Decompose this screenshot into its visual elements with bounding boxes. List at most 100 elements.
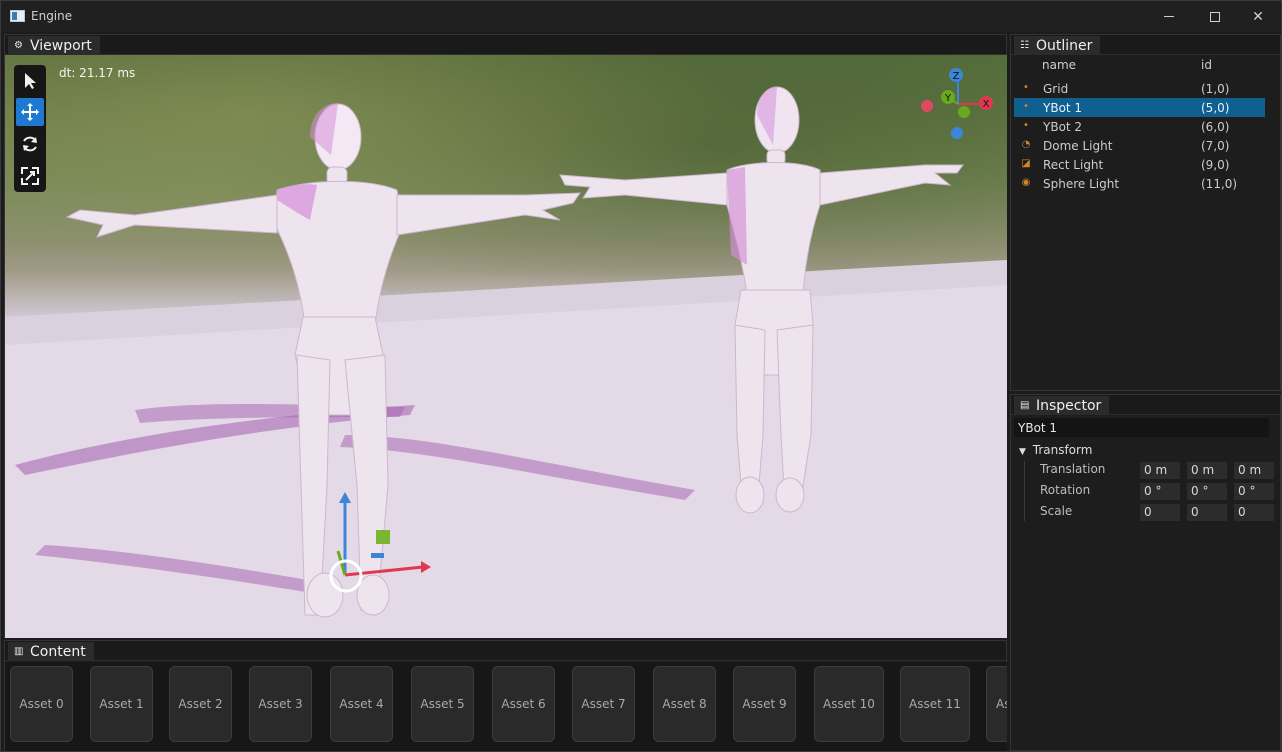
- scale-tool-button[interactable]: [16, 162, 44, 190]
- dot-icon: •: [1023, 101, 1029, 112]
- outliner-icon: ☷: [1020, 40, 1029, 51]
- frame-time-label: dt: 21.17 ms: [59, 66, 136, 80]
- axis-x-label: X: [983, 99, 990, 110]
- asset-tile[interactable]: Asset 3: [249, 666, 312, 742]
- outliner-row-name: YBot 1: [1043, 101, 1083, 115]
- rotation-x-field[interactable]: 0 °: [1140, 483, 1180, 500]
- asset-tile[interactable]: Asset 0: [10, 666, 73, 742]
- rotation-label: Rotation: [1040, 483, 1091, 497]
- scale-y-field[interactable]: 0: [1187, 504, 1227, 521]
- translation-y-field[interactable]: 0 m: [1187, 462, 1227, 479]
- select-tool-button[interactable]: [16, 67, 44, 95]
- inspector-icon: ▤: [1020, 400, 1030, 411]
- asset-tile[interactable]: Asset 12: [986, 666, 1007, 742]
- window-title: Engine: [31, 9, 73, 23]
- tab-viewport-label: Viewport: [30, 37, 92, 54]
- outliner-row-sphere-light[interactable]: ◉ Sphere Light (11,0): [1014, 174, 1265, 193]
- rotation-y-field[interactable]: 0 °: [1187, 483, 1227, 500]
- dome-light-icon: ◔: [1021, 139, 1031, 150]
- asset-tile[interactable]: Asset 7: [572, 666, 635, 742]
- outliner-row-ybot-2[interactable]: • YBot 2 (6,0): [1014, 117, 1265, 136]
- outliner-panel: ☷ Outliner name id • Grid (1,0) • YBot 1…: [1010, 34, 1281, 391]
- tab-outliner[interactable]: ☷ Outliner: [1014, 36, 1101, 55]
- outliner-row-name: Grid: [1043, 82, 1069, 96]
- outliner-row-dome-light[interactable]: ◔ Dome Light (7,0): [1014, 136, 1265, 155]
- dot-icon: •: [1023, 82, 1029, 93]
- tree-guide-line: [1024, 461, 1025, 521]
- outliner-row-id: (1,0): [1201, 82, 1230, 96]
- rotation-z-field[interactable]: 0 °: [1234, 483, 1274, 500]
- asset-grid[interactable]: Asset 0 Asset 1 Asset 2 Asset 3 Asset 4 …: [5, 662, 1007, 751]
- column-header-id[interactable]: id: [1201, 58, 1212, 72]
- axis-gizmo: X Z Y: [921, 68, 993, 139]
- outliner-row-name: Rect Light: [1043, 158, 1104, 172]
- inspector-panel: ▤ Inspector YBot 1 ▼ Transform Translati…: [1010, 394, 1281, 751]
- outliner-row-ybot-1[interactable]: • YBot 1 (5,0): [1014, 98, 1265, 117]
- tab-content-label: Content: [30, 643, 86, 660]
- asset-tile[interactable]: Asset 10: [814, 666, 884, 742]
- app-window-icon: [10, 10, 25, 22]
- column-header-name[interactable]: name: [1042, 58, 1076, 72]
- minimize-button[interactable]: [1146, 1, 1192, 32]
- transform-section-header[interactable]: ▼ Transform: [1019, 443, 1092, 457]
- rotate-icon: [23, 136, 37, 152]
- title-bar[interactable]: Engine ✕: [1, 1, 1281, 32]
- close-icon: ✕: [1252, 8, 1264, 25]
- outliner-row-id: (9,0): [1201, 158, 1230, 172]
- maximize-button[interactable]: [1192, 1, 1238, 32]
- tab-inspector[interactable]: ▤ Inspector: [1014, 396, 1110, 415]
- content-icon: ▥: [14, 646, 24, 657]
- close-button[interactable]: ✕: [1235, 1, 1281, 32]
- translation-x-field[interactable]: 0 m: [1140, 462, 1180, 479]
- scale-x-field[interactable]: 0: [1140, 504, 1180, 521]
- outliner-tabstrip: ☷ Outliner: [1011, 35, 1280, 55]
- scene-render: X Z Y: [5, 68, 1007, 638]
- content-tabstrip: ▥ Content: [5, 641, 1006, 661]
- object-name-field[interactable]: YBot 1: [1014, 418, 1269, 437]
- translation-z-field[interactable]: 0 m: [1234, 462, 1274, 479]
- rect-light-icon: ◪: [1021, 158, 1031, 169]
- outliner-row-id: (6,0): [1201, 120, 1230, 134]
- translation-label: Translation: [1040, 462, 1106, 476]
- outliner-row-grid[interactable]: • Grid (1,0): [1014, 79, 1265, 98]
- tab-outliner-label: Outliner: [1036, 37, 1093, 54]
- asset-tile[interactable]: Asset 2: [169, 666, 232, 742]
- asset-tile[interactable]: Asset 11: [900, 666, 970, 742]
- tab-inspector-label: Inspector: [1036, 397, 1102, 414]
- transform-toolbar: [14, 65, 46, 192]
- move-arrows-icon: [21, 103, 39, 121]
- dot-icon: •: [1023, 120, 1029, 131]
- inspector-tabstrip: ▤ Inspector: [1011, 395, 1280, 415]
- outliner-row-id: (7,0): [1201, 139, 1230, 153]
- outliner-row-id: (5,0): [1201, 101, 1230, 115]
- tab-viewport[interactable]: ⚙ Viewport: [8, 36, 100, 55]
- outliner-row-name: Sphere Light: [1043, 177, 1120, 191]
- maximize-icon: [1210, 11, 1220, 22]
- scale-z-field[interactable]: 0: [1234, 504, 1274, 521]
- scale-expand-icon: [21, 167, 39, 185]
- viewport-tabstrip: ⚙ Viewport: [5, 35, 1006, 55]
- axis-y-label: Y: [944, 93, 952, 104]
- outliner-row-rect-light[interactable]: ◪ Rect Light (9,0): [1014, 155, 1265, 174]
- cursor-arrow-icon: [25, 73, 36, 89]
- viewport-panel: ⚙ Viewport X Z Y dt: 21.17 ms: [4, 34, 1007, 638]
- asset-tile[interactable]: Asset 4: [330, 666, 393, 742]
- asset-tile[interactable]: Asset 5: [411, 666, 474, 742]
- content-panel: ▥ Content Asset 0 Asset 1 Asset 2 Asset …: [4, 640, 1007, 751]
- asset-tile[interactable]: Asset 1: [90, 666, 153, 742]
- asset-tile[interactable]: Asset 9: [733, 666, 796, 742]
- asset-tile[interactable]: Asset 6: [492, 666, 555, 742]
- rotate-tool-button[interactable]: [16, 130, 44, 158]
- minimize-icon: [1164, 16, 1174, 17]
- outliner-row-name: Dome Light: [1043, 139, 1113, 153]
- tab-content[interactable]: ▥ Content: [8, 642, 94, 661]
- viewport-canvas[interactable]: X Z Y dt: 21.17 ms: [5, 55, 1007, 638]
- outliner-row-id: (11,0): [1201, 177, 1238, 191]
- move-tool-button[interactable]: [16, 98, 44, 126]
- outliner-row-name: YBot 2: [1043, 120, 1083, 134]
- axis-z-label: Z: [953, 71, 960, 82]
- chevron-down-icon: ▼: [1019, 447, 1026, 457]
- asset-tile[interactable]: Asset 8: [653, 666, 716, 742]
- app-window: Engine ✕ ⚙ Viewport X Z Y dt: 21.17 ms ☷…: [0, 0, 1282, 752]
- viewport-icon: ⚙: [14, 40, 23, 51]
